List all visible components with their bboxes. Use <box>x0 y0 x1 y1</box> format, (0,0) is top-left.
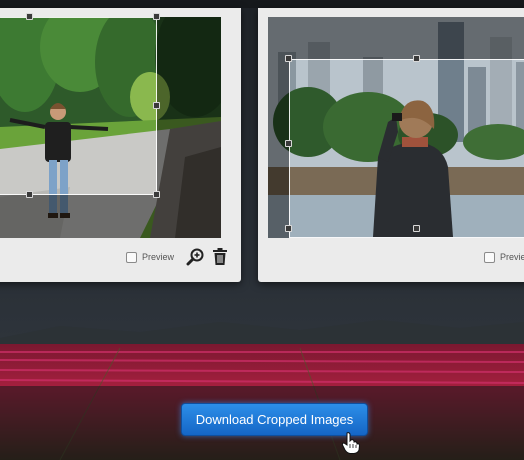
crop-handle-bottom-middle[interactable] <box>413 225 420 232</box>
photo-city-photographer <box>268 17 524 238</box>
card-1-toolbar: Preview <box>126 246 230 268</box>
card-2-toolbar: Preview <box>484 246 524 268</box>
crop-handle-middle-right[interactable] <box>153 102 160 109</box>
image-card-1: Preview <box>0 8 241 282</box>
download-cropped-images-button[interactable]: Download Cropped Images <box>181 403 368 436</box>
crop-handle-top-middle[interactable] <box>26 13 33 20</box>
hand-pointer-icon <box>341 432 361 454</box>
crop-handle-top-right[interactable] <box>153 13 160 20</box>
trash-icon[interactable] <box>210 247 230 267</box>
photo-park-person <box>0 13 221 238</box>
crop-handle-top-left[interactable] <box>285 55 292 62</box>
preview-label: Preview <box>500 252 524 262</box>
crop-handle-top-middle[interactable] <box>413 55 420 62</box>
image-card-2: Preview <box>258 8 524 282</box>
crop-selection[interactable] <box>289 59 524 238</box>
crop-handle-middle-left[interactable] <box>285 140 292 147</box>
preview-label: Preview <box>142 252 175 262</box>
preview-checkbox[interactable] <box>484 251 495 263</box>
top-bar <box>0 0 524 8</box>
zoom-in-icon[interactable] <box>185 247 205 267</box>
crop-handle-bottom-middle[interactable] <box>26 191 33 198</box>
crop-handle-bottom-left[interactable] <box>285 225 292 232</box>
preview-checkbox[interactable] <box>126 251 137 263</box>
crop-handle-bottom-right[interactable] <box>153 191 160 198</box>
crop-selection[interactable] <box>0 17 157 195</box>
